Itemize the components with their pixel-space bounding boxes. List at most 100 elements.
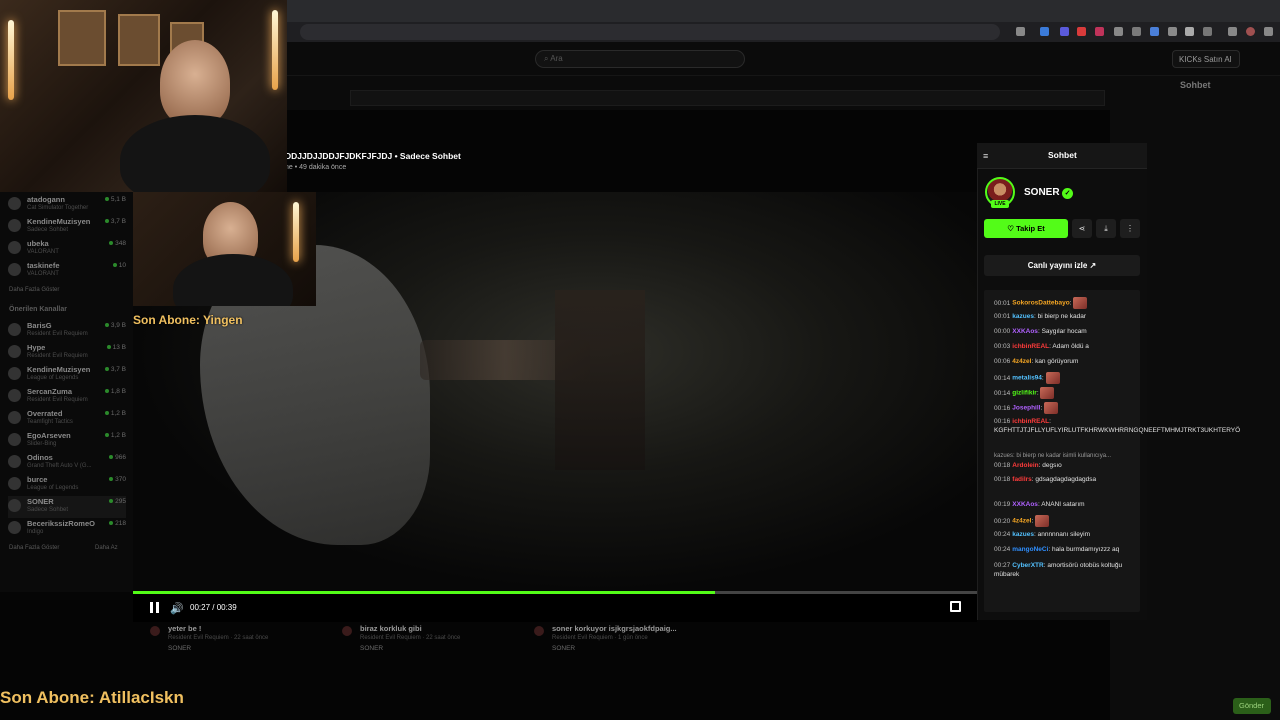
message-username[interactable]: XXKAos [1012,501,1038,508]
send-button[interactable]: Gönder [1233,698,1271,714]
extension-icon[interactable] [1168,27,1177,36]
webcam-overlay-duplicate [133,192,316,306]
more-options-icon[interactable]: ⋮ [1120,219,1140,238]
extension-icon[interactable] [1228,27,1237,36]
video-title: DDJJDJJDDJFJDKFJFJDJ • Sadece Sohbet [285,151,461,161]
watch-live-button[interactable]: Canlı yayını izle ↗ [984,255,1140,276]
message-username[interactable]: metalis94 [1012,375,1042,382]
chat-message: 00:18 fadilrs: gdsagdagdagdagdsa [994,475,1136,484]
extension-icon[interactable] [1150,27,1159,36]
fullscreen-icon[interactable] [950,601,961,612]
channel-name: burce [27,475,48,484]
search-input[interactable]: ⌕ Ara [535,50,745,68]
extension-icon[interactable] [1060,27,1069,36]
extension-icon[interactable] [1114,27,1123,36]
avatar [8,263,21,276]
channel-game: Sadece Sohbet [27,507,69,513]
menu-dots-icon[interactable] [1264,27,1273,36]
clip-card[interactable]: biraz korkluk gibi Resident Evil Requiem … [342,624,522,656]
sidebar-channel[interactable]: SercanZuma Resident Evil Requiem 1,8 B [8,386,126,408]
message-username[interactable]: mangoNeCi [1012,546,1048,553]
message-text: ANANI satarım [1041,501,1085,508]
sidebar-channel[interactable]: BarisG Resident Evil Requiem 3,9 B [8,320,126,342]
search-placeholder: Ara [550,54,563,63]
profile-avatar-icon[interactable] [1246,27,1255,36]
channel-name: EgoArseven [27,431,71,440]
channel-game: VALORANT [27,271,59,277]
message-text: bi bierp ne kadar [1037,313,1087,320]
message-time: 00:00 [994,328,1011,335]
sidebar-channel[interactable]: burce League of Legends 370 [8,474,126,496]
extension-icon[interactable] [1040,27,1049,36]
channel-game: Cat Simulator Together [27,205,89,211]
volume-icon[interactable]: 🔊 [170,602,184,615]
message-username[interactable]: gizlifikir [1012,390,1037,397]
sidebar-channel[interactable]: KendineMuzisyen Sadece Sohbet 3,7 B [8,216,126,238]
extension-icon[interactable] [1095,27,1104,36]
channel-name: atadogann [27,195,65,204]
extension-icon[interactable] [1185,27,1194,36]
follow-label: Takip Et [1016,224,1045,233]
sidebar-channel[interactable]: KendineMuzisyen League of Legends 3,7 B [8,364,126,386]
extension-icon[interactable] [1077,27,1086,36]
sidebar-channel[interactable]: atadogann Cat Simulator Together 5,1 B [8,194,126,216]
chat-message: 00:18 Ardolein: degsıo [994,461,1136,470]
message-username[interactable]: XXKAos [1012,328,1038,335]
message-separator: : [1049,418,1051,425]
show-less-link[interactable]: Daha Az [95,545,118,551]
message-username[interactable]: kazues [1012,313,1034,320]
emote-icon [1035,515,1050,527]
recommended-title: Önerilen Kanallar [9,306,67,313]
message-username[interactable]: Josephill [1012,405,1040,412]
sidebar-channel[interactable]: SONER Sadece Sohbet 295 [8,496,126,518]
message-text: KGFHTTJTJFLLYUFLYIRLUTFKHRWKWHRRNGQNEEFT… [994,427,1241,434]
share-icon[interactable]: ⋖ [1072,219,1092,238]
message-username[interactable]: Ardolein [1012,462,1038,469]
channel-name: Hype [27,343,46,352]
viewer-count: 295 [109,498,126,505]
message-username[interactable]: kazues [1012,531,1034,538]
follow-button[interactable]: ♡ Takip Et [984,219,1068,238]
puzzle-icon[interactable] [1203,27,1212,36]
sidebar-channel[interactable]: Hype Resident Evil Requiem 13 B [8,342,126,364]
message-username[interactable]: SokorosDattebayo [1012,300,1069,307]
bookmark-star-icon[interactable] [1016,27,1025,36]
message-text: degsıo [1042,462,1062,469]
message-text: annnnnanı sileyim [1037,531,1090,538]
pause-icon[interactable] [150,602,160,613]
sidebar-channel[interactable]: Overrated Teamfight Tactics 1,2 B [8,408,126,430]
message-time: 00:03 [994,343,1011,350]
show-more-link[interactable]: Daha Fazla Göster [9,545,59,551]
light-strip [8,20,14,100]
chat-message: 00:16 ichbinREAL: KGFHTTJTJFLLYUFLYIRLUTF… [994,417,1240,435]
sidebar-channel[interactable]: Odinos Grand Theft Auto V (G... 966 [8,452,126,474]
streamer-name[interactable]: SONER [1024,187,1060,198]
avatar [8,433,21,446]
video-controls [133,594,977,622]
clip-card[interactable]: yeter be ! Resident Evil Requiem · 22 saa… [150,624,330,656]
chat-message: 00:19 XXKAos: ANANI satarım [994,500,1136,509]
extension-icon[interactable] [1132,27,1141,36]
verified-icon: ✓ [1062,188,1073,199]
light-strip [272,10,278,90]
download-icon[interactable]: ⤓ [1096,219,1116,238]
sidebar-channel[interactable]: ubeka VALORANT 348 [8,238,126,260]
message-username[interactable]: 4z4zel [1012,358,1031,365]
light-strip [293,202,299,262]
chat-message: 00:16 Josephill: [994,402,1136,414]
sidebar-channel[interactable]: EgoArseven Slider-Bing 1,2 B [8,430,126,452]
message-username[interactable]: ichbinREAL [1012,343,1049,350]
message-username[interactable]: 4z4zel [1012,518,1031,525]
message-username[interactable]: fadilrs [1012,476,1032,483]
sidebar-channel[interactable]: taskinefe VALORANT 10 [8,260,126,282]
show-more-link[interactable]: Daha Fazla Göster [9,287,59,293]
message-username[interactable]: CyberXTR [1012,562,1043,569]
message-username[interactable]: ichbinREAL [1012,418,1049,425]
address-bar[interactable] [300,24,1000,40]
message-time: 00:16 [994,418,1011,425]
kicks-buy-button[interactable]: KICKs Satın Al [1172,50,1240,68]
streamer-body [120,115,270,192]
collapse-icon[interactable]: ≡ [983,151,988,161]
sidebar-channel[interactable]: BecerikssizRomeO Indigo 218 [8,518,126,540]
clip-card[interactable]: soner korkuyor isjkgrsjaokfdpaig... Resid… [534,624,714,656]
